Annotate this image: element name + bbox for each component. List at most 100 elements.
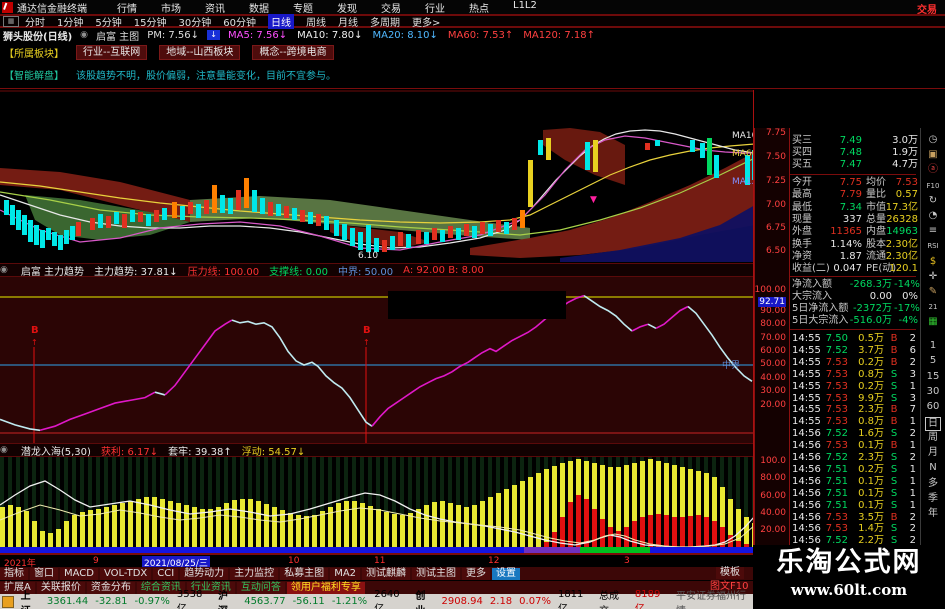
money-icon[interactable]: $ xyxy=(921,256,945,268)
menu-item-L1L2[interactable]: L1L2 xyxy=(513,0,537,15)
status-item[interactable]: 上证 xyxy=(21,587,40,609)
tab-MA2[interactable]: MA2 xyxy=(330,567,361,580)
sector-chip-行业--互联网[interactable]: 行业--互联网 xyxy=(76,44,148,60)
menu-item-发现[interactable]: 发现 xyxy=(337,0,357,15)
status-item[interactable]: 创业 xyxy=(415,587,434,609)
tab-设置[interactable]: 设置 xyxy=(492,567,521,580)
tab-关联报价[interactable]: 关联报价 xyxy=(36,581,85,594)
period-tab-更多>[interactable]: 更多> xyxy=(412,14,440,29)
sidebar-period-60[interactable]: 60 xyxy=(921,401,945,413)
sidebar-period-季[interactable]: 季 xyxy=(921,493,945,505)
tick-row[interactable]: 14:56 7.51 0.1万 S 1 xyxy=(792,476,918,488)
sidebar-period-1[interactable]: 1 xyxy=(921,340,945,352)
move-icon[interactable]: ✛ xyxy=(921,271,945,283)
period-tab-周线[interactable]: 周线 xyxy=(306,14,326,29)
grid-icon[interactable]: ▦ xyxy=(3,15,19,27)
tab-主力监控[interactable]: 主力监控 xyxy=(230,567,279,580)
sidebar-period-N[interactable]: N xyxy=(921,462,945,474)
tick-row[interactable]: 14:55 7.50 0.5万 B 2 xyxy=(792,333,918,345)
sidebar-period-日[interactable]: 日 xyxy=(925,416,941,431)
tab-资金分布[interactable]: 资金分布 xyxy=(86,581,135,594)
tool-icon[interactable]: ◔ xyxy=(921,210,945,222)
tick-row[interactable]: 14:56 7.53 0.1万 B 1 xyxy=(792,440,918,452)
tool-icon[interactable]: ⓐ xyxy=(921,164,945,176)
indicator-icon[interactable]: ◉ xyxy=(0,445,8,455)
tick-row[interactable]: 14:55 7.53 0.8万 B 1 xyxy=(792,416,918,428)
tick-row[interactable]: 14:55 7.53 0.2万 B 2 xyxy=(792,357,918,369)
period-tab-60分钟[interactable]: 60分钟 xyxy=(223,14,256,29)
menu-item-资讯[interactable]: 资讯 xyxy=(205,0,225,15)
tick-row[interactable]: 14:56 7.51 0.1万 S 1 xyxy=(792,500,918,512)
tool-icon[interactable]: ▦ xyxy=(921,316,945,328)
tick-row[interactable]: 14:55 7.53 0.2万 S 1 xyxy=(792,381,918,393)
sidebar-period-周[interactable]: 周 xyxy=(921,432,945,444)
tick-row[interactable]: 14:55 7.53 2.3万 B 7 xyxy=(792,404,918,416)
tab-测试麒麟[interactable]: 测试麒麟 xyxy=(362,567,411,580)
draw-icon[interactable]: ✎ xyxy=(921,286,945,298)
menu-item-市场[interactable]: 市场 xyxy=(161,0,181,15)
menu-item-专题[interactable]: 专题 xyxy=(293,0,313,15)
f10-icon[interactable]: F10 xyxy=(921,180,945,192)
cell: 2.3万 xyxy=(858,404,884,416)
tick-row[interactable]: 14:55 7.53 0.8万 S 3 xyxy=(792,369,918,381)
tick-row[interactable]: 14:55 7.52 3.7万 B 6 xyxy=(792,345,918,357)
sidebar-period-月[interactable]: 月 xyxy=(921,447,945,459)
period-tab-多周期[interactable]: 多周期 xyxy=(370,14,400,29)
tab-更多[interactable]: 更多 xyxy=(462,567,491,580)
cell: 3.0万 xyxy=(892,135,918,146)
tab-趋势动力[interactable]: 趋势动力 xyxy=(180,567,229,580)
period-tab-分时[interactable]: 分时 xyxy=(25,14,45,29)
refresh-icon[interactable]: ↻ xyxy=(921,195,945,207)
menu-item-行业[interactable]: 行业 xyxy=(425,0,445,15)
sidebar-period-15[interactable]: 15 xyxy=(921,371,945,383)
sidebar-period-30[interactable]: 30 xyxy=(921,386,945,398)
tick-row[interactable]: 14:56 7.52 2.3万 S 2 xyxy=(792,452,918,464)
period-tab-月线[interactable]: 月线 xyxy=(338,14,358,29)
tab-指标[interactable]: 指标 xyxy=(0,567,28,580)
template-button[interactable]: 模板 xyxy=(716,567,744,579)
sidebar-period-年[interactable]: 年 xyxy=(921,508,945,520)
list-icon[interactable]: ≡ xyxy=(921,225,945,237)
tab-MACD[interactable]: MACD xyxy=(60,567,98,580)
period-tab-5分钟[interactable]: 5分钟 xyxy=(95,14,121,29)
menu-item-行情[interactable]: 行情 xyxy=(117,0,137,15)
tab-领用户福利专享[interactable]: 领用户福利专享 xyxy=(286,581,365,594)
tab-窗口[interactable]: 窗口 xyxy=(30,567,58,580)
indicator-icon[interactable]: ◉ xyxy=(0,265,8,275)
cell: 0.00 xyxy=(869,291,892,302)
sidebar-period-5[interactable]: 5 xyxy=(921,355,945,367)
period-tab-30分钟[interactable]: 30分钟 xyxy=(178,14,211,29)
cell: 0.1万 xyxy=(858,475,884,487)
tool-icon[interactable]: ▣ xyxy=(921,149,945,161)
tab-VOL-TDX[interactable]: VOL-TDX xyxy=(99,567,152,580)
period-tab-15分钟[interactable]: 15分钟 xyxy=(134,14,167,29)
indicator-icon[interactable]: ◉ xyxy=(80,30,88,40)
sector-chip-地域--山西板块[interactable]: 地域--山西板块 xyxy=(159,44,241,60)
tick-row[interactable]: 14:56 7.52 1.6万 S 2 xyxy=(792,428,918,440)
rsi-icon[interactable]: RSI xyxy=(921,240,945,252)
period-tab-日线[interactable]: 日线 xyxy=(267,13,294,29)
tick-row[interactable]: 14:55 7.53 9.9万 S 3 xyxy=(792,393,918,405)
tab-CCI[interactable]: CCI xyxy=(153,567,179,580)
sector-chip-概念--跨境电商[interactable]: 概念--跨境电商 xyxy=(252,44,334,60)
menu-item-交易[interactable]: 交易 xyxy=(381,0,401,15)
tab-互动问答[interactable]: 互动问答 xyxy=(236,581,285,594)
menu-item-数据[interactable]: 数据 xyxy=(249,0,269,15)
main-candlestick-chart[interactable]: 6.10 ▼ MA10 MA60 MA12 xyxy=(0,90,753,262)
tab-测试主图[interactable]: 测试主图 xyxy=(412,567,461,580)
tick-row[interactable]: 14:56 7.51 0.2万 S 1 xyxy=(792,464,918,476)
tool-icon[interactable]: 21 xyxy=(921,301,945,313)
qianlong-indicator-panel[interactable] xyxy=(0,457,753,553)
tick-row[interactable]: 14:56 7.53 1.4万 S 2 xyxy=(792,523,918,535)
connection-icon[interactable] xyxy=(2,595,14,608)
tick-row[interactable]: 14:56 7.53 3.5万 B 2 xyxy=(792,512,918,524)
status-item[interactable]: 沪深 xyxy=(218,587,237,609)
sidebar-period-多[interactable]: 多 xyxy=(921,478,945,490)
period-tab-1分钟[interactable]: 1分钟 xyxy=(57,14,83,29)
main-trend-indicator-panel[interactable]: B ↑ B ↑ 中界 xyxy=(0,277,753,443)
tool-icon[interactable]: ◷ xyxy=(921,134,945,146)
menu-item-热点[interactable]: 热点 xyxy=(469,0,489,15)
info-row: 现量 337 总量 26328 xyxy=(792,214,918,226)
tick-row[interactable]: 14:56 7.51 0.1万 S 1 xyxy=(792,488,918,500)
tab-私募主图[interactable]: 私募主图 xyxy=(280,567,329,580)
